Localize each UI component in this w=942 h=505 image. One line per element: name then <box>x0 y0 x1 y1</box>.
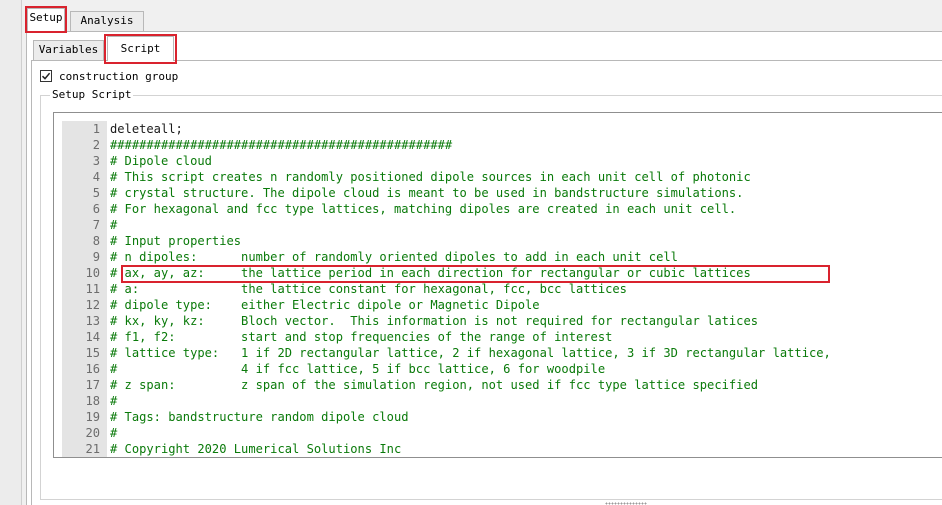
checkmark-icon <box>41 72 51 80</box>
code-line[interactable]: 19 # Tags: bandstructure random dipole cl… <box>62 409 409 425</box>
line-number: 9 <box>92 250 100 264</box>
code-line[interactable]: 3 # Dipole cloud <box>62 153 212 169</box>
line-number: 19 <box>85 410 100 424</box>
tab-setup[interactable]: Setup <box>27 8 65 32</box>
left-splitter <box>0 0 22 505</box>
tab-variables[interactable]: Variables <box>33 40 104 60</box>
code-text: # 4 if fcc lattice, 5 if bcc lattice, 6 … <box>110 362 606 376</box>
code-text: # dipole type: either Electric dipole or… <box>110 298 540 312</box>
construction-group-row[interactable]: construction group <box>40 68 178 84</box>
code-text: ########################################… <box>110 138 453 152</box>
tab-analysis[interactable]: Analysis <box>70 11 144 31</box>
line-number: 11 <box>85 282 100 296</box>
code-text: # <box>110 218 118 232</box>
line-number: 7 <box>92 218 100 232</box>
line-number: 17 <box>85 378 100 392</box>
code-text: # <box>110 426 118 440</box>
code-line[interactable]: 8 # Input properties <box>62 233 241 249</box>
tab-script[interactable]: Script <box>107 36 174 61</box>
code-text: # For hexagonal and fcc type lattices, m… <box>110 202 737 216</box>
code-line[interactable]: 5 # crystal structure. The dipole cloud i… <box>62 185 744 201</box>
code-text: # f1, f2: start and stop frequencies of … <box>110 330 613 344</box>
code-text: # z span: z span of the simulation regio… <box>110 378 759 392</box>
code-text: # kx, ky, kz: Bloch vector. This informa… <box>110 314 759 328</box>
line-number: 5 <box>92 186 100 200</box>
line-number: 2 <box>92 138 100 152</box>
line-number: 10 <box>85 266 100 280</box>
bottom-border <box>40 499 942 500</box>
construction-group-label: construction group <box>59 69 179 83</box>
code-line[interactable]: 9 # n dipoles: number of randomly oriente… <box>62 249 678 265</box>
code-line[interactable]: 11 # a: the lattice constant for hexagona… <box>62 281 627 297</box>
line-number: 13 <box>85 314 100 328</box>
line-number: 16 <box>85 362 100 376</box>
line-number: 1 <box>92 122 100 136</box>
code-line[interactable]: 12 # dipole type: either Electric dipole … <box>62 297 540 313</box>
line-number: 4 <box>92 170 100 184</box>
line-number: 6 <box>92 202 100 216</box>
code-text: # lattice type: 1 if 2D rectangular latt… <box>110 346 831 360</box>
line-number: 3 <box>92 154 100 168</box>
code-line[interactable]: 7 # <box>62 217 118 233</box>
line-number: 15 <box>85 346 100 360</box>
line-number: 12 <box>85 298 100 312</box>
code-line[interactable]: 1 deleteall; <box>62 121 183 137</box>
code-text: deleteall; <box>110 122 183 136</box>
construction-group-checkbox[interactable] <box>40 70 52 82</box>
line-number: 20 <box>85 426 100 440</box>
code-line[interactable]: 21 # Copyright 2020 Lumerical Solutions I… <box>62 441 401 457</box>
code-line[interactable]: 18 # <box>62 393 117 409</box>
code-line[interactable]: 17 # z span: z span of the simulation reg… <box>62 377 758 393</box>
line-number: 21 <box>85 442 100 456</box>
code-text: # a: the lattice constant for hexagonal,… <box>110 282 627 296</box>
code-line[interactable]: 10 # ax, ay, az: the lattice period in ea… <box>62 265 751 281</box>
code-text: # crystal structure. The dipole cloud is… <box>110 186 744 200</box>
code-text: # ax, ay, az: the lattice period in each… <box>110 266 751 280</box>
code-line[interactable]: 15 # lattice type: 1 if 2D rectangular la… <box>62 345 831 361</box>
code-line[interactable]: 16 # 4 if fcc lattice, 5 if bcc lattice, … <box>62 361 605 377</box>
code-text: # Input properties <box>110 234 242 248</box>
code-text: # <box>110 394 118 408</box>
code-line[interactable]: 2 #######################################… <box>62 137 453 153</box>
line-number: 8 <box>92 234 100 248</box>
line-number: 18 <box>85 394 100 408</box>
code-text: # This script creates n randomly positio… <box>110 170 751 184</box>
code-line[interactable]: 14 # f1, f2: start and stop frequencies o… <box>62 329 612 345</box>
code-line[interactable]: 6 # For hexagonal and fcc type lattices, … <box>62 201 736 217</box>
code-text: # Copyright 2020 Lumerical Solutions Inc <box>110 442 402 456</box>
setup-script-legend: Setup Script <box>50 88 134 102</box>
code-text: # n dipoles: number of randomly oriented… <box>110 250 678 264</box>
code-line[interactable]: 4 # This script creates n randomly positi… <box>62 169 751 185</box>
line-number: 14 <box>85 330 100 344</box>
script-editor[interactable]: 1 deleteall; 2 ############################… <box>53 112 942 458</box>
code-line[interactable]: 20 # <box>62 425 117 441</box>
code-line[interactable]: 13 # kx, ky, kz: Bloch vector. This infor… <box>62 313 758 329</box>
code-text: # Dipole cloud <box>110 154 212 168</box>
code-text: # Tags: bandstructure random dipole clou… <box>110 410 409 424</box>
